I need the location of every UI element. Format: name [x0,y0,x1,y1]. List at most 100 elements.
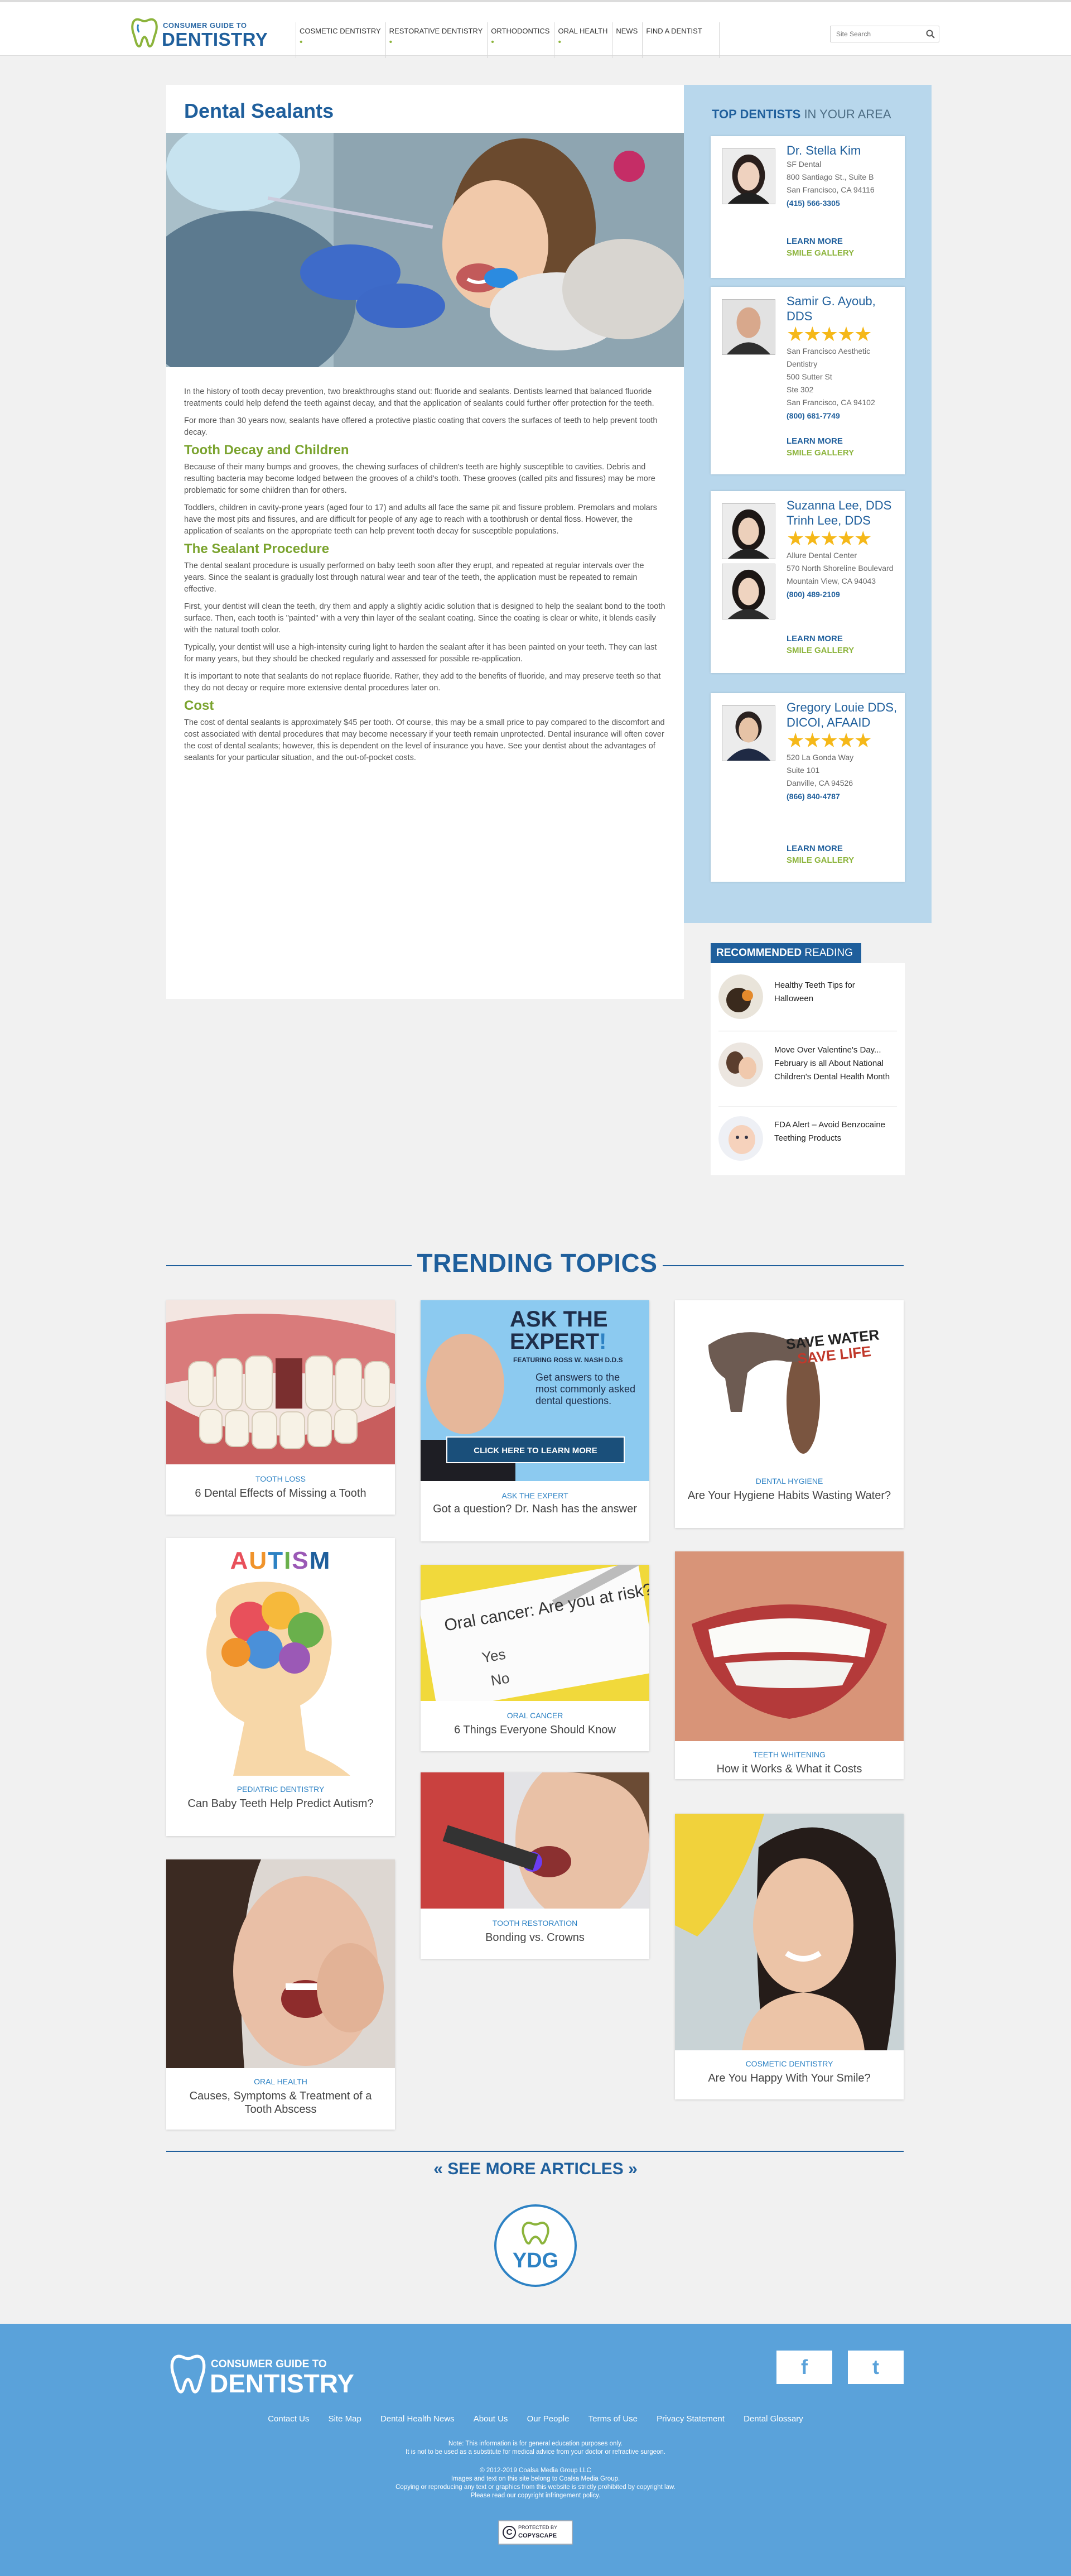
recommended-reading-heading: RECOMMENDED READING [711,943,861,963]
trending-card[interactable]: ORAL HEALTH Causes, Symptoms & Treatment… [166,1859,395,2130]
card-title: Are Your Hygiene Habits Wasting Water? [687,1489,891,1502]
dentist-links: LEARN MORE SMILE GALLERY [787,844,854,865]
dentist-card: Suzanna Lee, DDS Trinh Lee, DDS ★★★★★ Al… [711,491,905,673]
smile-gallery-link[interactable]: SMILE GALLERY [787,248,854,258]
article-title: Dental Sealants [184,99,334,122]
card-title: 6 Dental Effects of Missing a Tooth [195,1487,366,1500]
list-item[interactable]: Move Over Valentine's Day... February is… [718,1036,897,1107]
smile-gallery-link[interactable]: SMILE GALLERY [787,646,854,655]
trending-card[interactable]: COSMETIC DENTISTRY Are You Happy With Yo… [675,1814,904,2099]
footer-link[interactable]: Privacy Statement [657,2414,725,2424]
sidebar-title: TOP DENTISTS IN YOUR AREA [712,107,891,122]
ask-expert-line2: EXPERT [510,1329,600,1354]
trending-card[interactable]: TEETH WHITENING How it Works & What it C… [675,1551,904,1779]
nav-label: RESTORATIVE DENTISTRY [389,27,483,35]
dentist-phone[interactable]: (866) 840-4787 [787,790,898,803]
footer-link[interactable]: Terms of Use [588,2414,638,2424]
autism-letter: T [268,1547,284,1574]
footer-link[interactable]: Dental Glossary [744,2414,803,2424]
search-input[interactable] [831,26,920,42]
recommended-title: FDA Alert – Avoid Benzocaine Teething Pr… [774,1120,886,1143]
dentist-card: Samir G. Ayoub, DDS ★★★★★ San Francisco … [711,287,905,474]
article-body: In the history of tooth decay prevention… [184,386,667,770]
dentist-info: Samir G. Ayoub, DDS ★★★★★ San Francisco … [787,294,898,422]
trending-card[interactable]: Oral cancer: Are you at risk? Yes No ORA… [421,1565,649,1751]
dentist-photo[interactable] [722,299,775,355]
learn-more-link[interactable]: LEARN MORE [787,436,854,446]
nav-restorative-dentistry[interactable]: RESTORATIVE DENTISTRY • [385,22,488,58]
smile-gallery-link[interactable]: SMILE GALLERY [787,448,854,458]
card-category: COSMETIC DENTISTRY [745,2059,833,2068]
nav-label: COSMETIC DENTISTRY [300,27,381,35]
trending-card[interactable]: SAVE WATER SAVE LIFE DENTAL HYGIENE Are … [675,1300,904,1528]
dentist-name[interactable]: Samir G. Ayoub, DDS [787,294,898,324]
nav-orthodontics[interactable]: ORTHODONTICS • [487,22,554,58]
copyscape-line1: PROTECTED BY [518,2525,558,2530]
autism-letter: S [292,1547,310,1574]
site-logo[interactable]: CONSUMER GUIDE TO DENTISTRY [131,17,268,50]
search-icon[interactable] [925,29,935,39]
dentist-phone[interactable]: (415) 566-3305 [787,196,898,210]
footer-link[interactable]: Contact Us [268,2414,309,2424]
dentist-suite: Suite 101 [787,766,820,775]
learn-more-link[interactable]: LEARN MORE [787,634,854,643]
dentist-phone[interactable]: (800) 681-7749 [787,409,898,422]
facebook-icon[interactable]: f [776,2351,832,2384]
learn-more-link[interactable]: LEARN MORE [787,237,854,246]
dentist-address: 520 La Gonda Way [787,753,854,762]
smile-gallery-link[interactable]: SMILE GALLERY [787,856,854,865]
recommended-title: Healthy Teeth Tips for Halloween [774,981,855,1003]
ask-expert-heading: ASK THE EXPERT! [510,1308,608,1353]
footer-link[interactable]: Site Map [329,2414,361,2424]
nav-cosmetic-dentistry[interactable]: COSMETIC DENTISTRY • [296,22,385,58]
dentist-name[interactable]: Gregory Louie DDS, DICOI, AFAAID [787,700,898,730]
site-header: CONSUMER GUIDE TO DENTISTRY COSMETIC DEN… [0,0,1071,58]
card-category: DENTAL HYGIENE [755,1477,823,1486]
learn-more-button[interactable]: CLICK HERE TO LEARN MORE [446,1436,625,1463]
nav-news[interactable]: NEWS [612,22,642,58]
card-category: ORAL CANCER [506,1711,563,1720]
dentist-photo[interactable] [722,564,775,619]
card-title: Are You Happy With Your Smile? [708,2072,871,2084]
dentist-photo[interactable] [722,148,775,204]
nav-find-a-dentist[interactable]: FIND A DENTIST [642,22,720,58]
dentist-photo[interactable] [722,503,775,559]
card-image [421,1772,649,1909]
ydg-badge[interactable]: YDG [493,2203,578,2288]
footer-logo[interactable]: CONSUMER GUIDE TO DENTISTRY [170,2353,359,2398]
card-category: TOOTH RESTORATION [492,1919,578,1928]
trending-card[interactable]: TOOTH RESTORATION Bonding vs. Crowns [421,1772,649,1959]
faucet-save-water-illustration [675,1300,904,1468]
copyscape-badge[interactable]: C PROTECTED BY COPYSCAPE [498,2520,573,2545]
main-nav: COSMETIC DENTISTRY • RESTORATIVE DENTISTR… [296,22,720,58]
sidebar-title-rest: IN YOUR AREA [800,107,891,121]
trending-card[interactable]: TOOTH LOSS 6 Dental Effects of Missing a… [166,1300,395,1515]
dentist-name[interactable]: Suzanna Lee, DDS Trinh Lee, DDS [787,498,898,528]
section-heading-sealant-procedure: The Sealant Procedure [184,541,330,556]
trending-card[interactable]: ASK THE EXPERT! FEATURING ROSS W. NASH D… [421,1300,649,1541]
rating-stars: ★★★★★ [787,729,872,752]
dentist-name[interactable]: Dr. Stella Kim [787,143,898,158]
footer-link[interactable]: Our People [527,2414,570,2424]
list-item[interactable]: Healthy Teeth Tips for Halloween [718,974,897,1031]
dentist-address: 570 North Shoreline Boulevard [787,564,894,573]
article-thumbnail [718,1116,763,1161]
autism-text: AUTISM [230,1547,331,1574]
nav-oral-health[interactable]: ORAL HEALTH • [554,22,612,58]
nav-dot-icon: • [389,37,393,47]
dentist-address: 500 Sutter St [787,372,832,381]
dentist-phone[interactable]: (800) 489-2109 [787,588,898,601]
trending-card[interactable]: AUTISM PEDIATRIC DENTISTRY Can Baby Teet… [166,1538,395,1836]
dentist-photo[interactable] [722,705,775,761]
dentist-info: Gregory Louie DDS, DICOI, AFAAID ★★★★★ 5… [787,700,898,803]
dentist-links: LEARN MORE SMILE GALLERY [787,237,854,258]
see-more-articles-link[interactable]: « SEE MORE ARTICLES » [0,2160,1071,2179]
twitter-icon[interactable]: t [848,2351,904,2384]
list-item[interactable]: FDA Alert – Avoid Benzocaine Teething Pr… [718,1113,897,1166]
article-paragraph: The cost of dental sealants is approxima… [184,718,665,762]
card-image: SAVE WATER SAVE LIFE [675,1300,904,1468]
footer-link[interactable]: Dental Health News [380,2414,455,2424]
article-paragraph: First, your dentist will clean the teeth… [184,602,665,635]
footer-link[interactable]: About Us [474,2414,508,2424]
learn-more-link[interactable]: LEARN MORE [787,844,854,853]
